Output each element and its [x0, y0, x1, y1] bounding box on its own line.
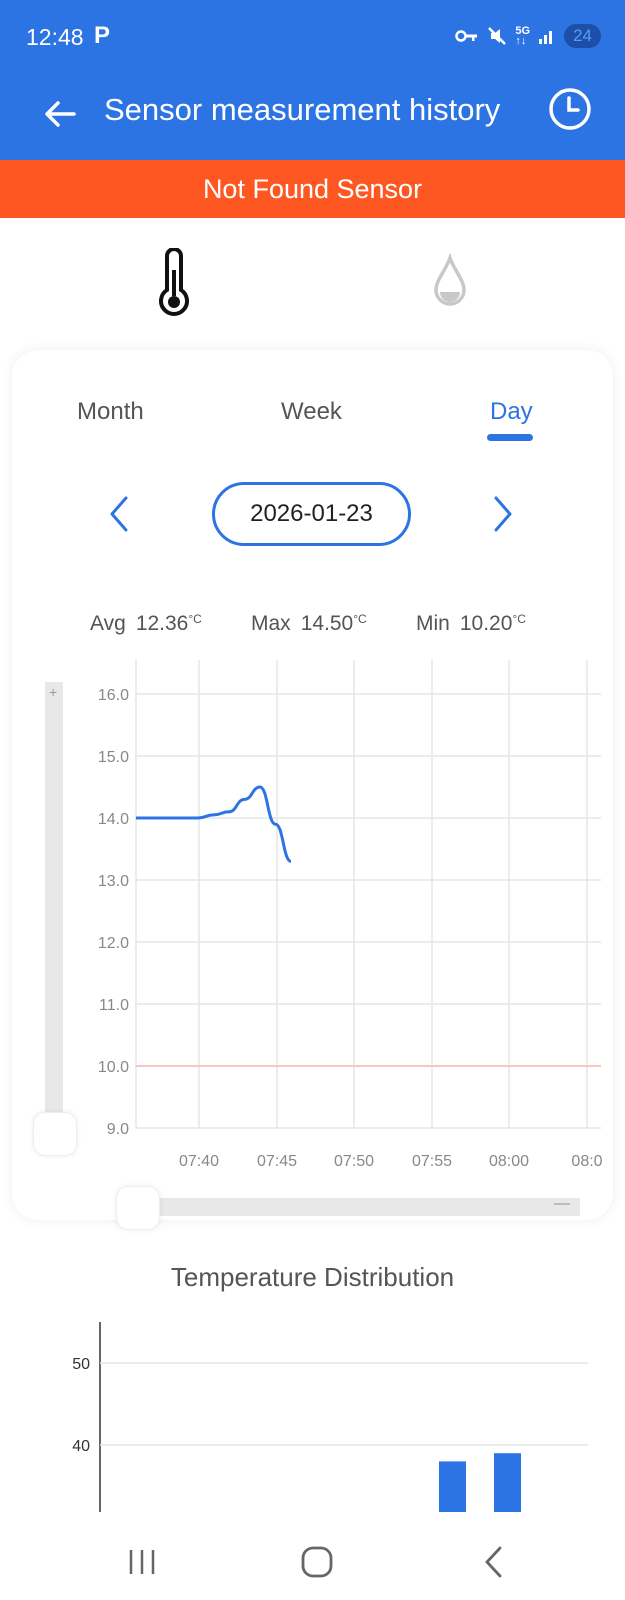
stat-avg-unit: °C — [188, 612, 202, 626]
vertical-zoom-track[interactable]: + — [45, 682, 63, 1122]
back-arrow-icon[interactable] — [40, 94, 80, 134]
sensor-status-banner: Not Found Sensor — [0, 160, 625, 218]
tab-indicator — [487, 434, 533, 441]
history-clock-icon[interactable] — [547, 86, 593, 132]
zoom-in-icon: + — [49, 684, 58, 700]
stat-avg-value: 12.36 — [135, 612, 189, 635]
stat-min: Min 10.20°C — [416, 612, 526, 636]
status-time: 12:48 — [26, 24, 84, 50]
period-tabs: Month Week Day — [0, 398, 625, 448]
history-card — [12, 350, 613, 1220]
date-selector[interactable]: 2026-01-23 — [212, 482, 411, 546]
tab-month[interactable]: Month — [77, 398, 144, 426]
humidity-drop-icon[interactable] — [432, 252, 468, 312]
back-icon[interactable] — [482, 1545, 506, 1579]
chevron-right-icon[interactable] — [488, 494, 518, 534]
battery-icon: 24 — [564, 24, 601, 48]
distribution-bar — [439, 1461, 466, 1512]
stat-min-value: 10.20 — [459, 612, 513, 635]
system-nav-bar — [0, 1515, 625, 1600]
dist-y-tick-label: 40 — [72, 1438, 90, 1455]
thermometer-icon[interactable] — [155, 248, 193, 318]
tab-week[interactable]: Week — [281, 398, 342, 426]
horizontal-zoom-handle[interactable] — [116, 1186, 160, 1230]
zoom-out-icon: — — [554, 1195, 570, 1212]
distribution-bar — [494, 1453, 521, 1512]
status-icons: 5G ↑↓ 24 — [455, 24, 601, 48]
stat-max-value: 14.50 — [300, 612, 354, 635]
recent-apps-icon[interactable] — [127, 1547, 157, 1577]
stats-row: Avg 12.36°C Max 14.50°C Min 10.20°C — [0, 612, 625, 642]
vpn-key-icon — [455, 30, 478, 42]
battery-level: 24 — [573, 26, 592, 45]
p-icon: P — [94, 22, 111, 49]
stat-min-label: Min — [416, 612, 450, 635]
stat-min-unit: °C — [512, 612, 526, 626]
stat-max-unit: °C — [353, 612, 367, 626]
home-icon[interactable] — [300, 1545, 334, 1579]
horizontal-zoom-track[interactable]: — — [140, 1195, 580, 1216]
stat-max-label: Max — [251, 612, 291, 635]
distribution-title: Temperature Distribution — [170, 1262, 455, 1292]
date-navigation: 2026-01-23 — [0, 482, 625, 548]
vertical-zoom-handle[interactable] — [33, 1112, 77, 1156]
stat-max: Max 14.50°C — [251, 612, 367, 636]
chevron-left-icon[interactable] — [104, 494, 134, 534]
stat-avg-label: Avg — [90, 612, 126, 635]
sensor-type-tabs — [0, 218, 625, 338]
signal-icon — [539, 31, 553, 44]
tab-day[interactable]: Day — [490, 398, 533, 426]
page-title: Sensor measurement history — [104, 92, 501, 127]
mute-icon — [488, 27, 507, 45]
5g-icon: 5G ↑↓ — [515, 25, 531, 47]
status-bar: 12:48 P 5G ↑↓ 24 — [0, 0, 625, 76]
app-bar: Sensor measurement history — [0, 76, 625, 160]
stat-avg: Avg 12.36°C — [90, 612, 202, 636]
dist-y-tick-label: 50 — [72, 1356, 90, 1373]
